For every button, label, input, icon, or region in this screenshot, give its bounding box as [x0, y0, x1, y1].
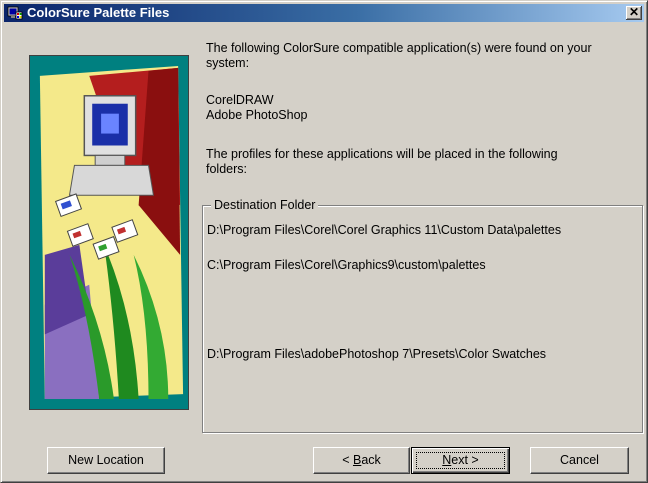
application-item: Adobe PhotoShop — [206, 108, 308, 122]
computer-wizard-illustration — [29, 55, 189, 410]
destination-folder-path: D:\Program Files\adobePhotoshop 7\Preset… — [207, 347, 547, 361]
new-location-button[interactable]: New Location — [47, 447, 165, 474]
close-button[interactable]: ✕ — [626, 6, 642, 20]
application-item: CorelDRAW — [206, 93, 274, 107]
cancel-label: Cancel — [560, 453, 599, 467]
application-list: CorelDRAW Adobe PhotoShop — [206, 93, 307, 123]
window-title: ColorSure Palette Files — [27, 5, 170, 20]
profiles-line-1: The profiles for these applications will… — [206, 147, 558, 161]
back-label: < Back — [342, 453, 381, 467]
palette-app-icon — [7, 6, 23, 20]
back-button[interactable]: < Back — [313, 447, 410, 474]
next-button[interactable]: Next > — [411, 447, 510, 474]
intro-line-2: system: — [206, 56, 250, 70]
intro-line-1: The following ColorSure compatible appli… — [206, 41, 592, 55]
profiles-text: The profiles for these applications will… — [206, 147, 558, 177]
next-label: Next > — [416, 452, 505, 469]
destination-folder-path: C:\Program Files\Corel\Graphics9\custom\… — [207, 258, 486, 272]
close-icon: ✕ — [628, 5, 640, 19]
cancel-button[interactable]: Cancel — [530, 447, 629, 474]
intro-text: The following ColorSure compatible appli… — [206, 41, 592, 71]
profiles-line-2: folders: — [206, 162, 247, 176]
destination-folder-path: D:\Program Files\Corel\Corel Graphics 11… — [207, 223, 562, 237]
destination-folder-legend: Destination Folder — [211, 198, 319, 213]
new-location-label: New Location — [68, 453, 144, 467]
title-bar[interactable]: ColorSure Palette Files ✕ — [4, 4, 644, 22]
destination-folder-group: Destination Folder D:\Program Files\Core… — [202, 198, 643, 433]
dialog-window: ColorSure Palette Files ✕ The following … — [0, 0, 648, 483]
